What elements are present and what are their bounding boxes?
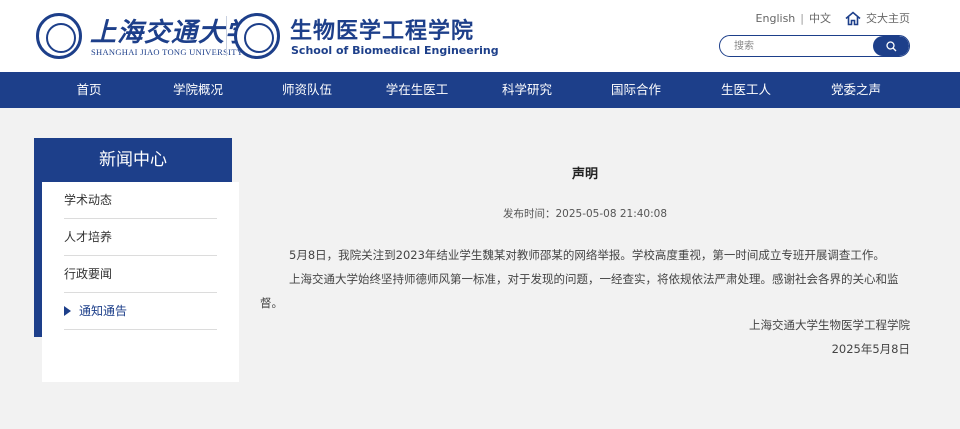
top-links: English | 中文 交大主页	[756, 10, 910, 26]
article-paragraph: 5月8日，我院关注到2023年结业学生魏某对教师邵某的网络举报。学校高度重视，第…	[289, 248, 885, 262]
sjtu-logo[interactable]	[36, 13, 82, 59]
article-title: 声明	[571, 167, 598, 182]
nav-item-international[interactable]: 国际合作	[611, 72, 661, 108]
sidebar-item-talent-training[interactable]: 人才培养	[64, 219, 217, 256]
search-box	[719, 35, 910, 57]
article-date: 发布时间：2025-05-08 21:40:08	[502, 208, 668, 220]
sidebar-item-notices[interactable]: 通知通告	[64, 293, 217, 330]
main-nav: 首页 学院概况 师资队伍 学在生医工 科学研究 国际合作 生医工人 党委之声	[0, 72, 960, 108]
sidebar-menu: 学术动态 人才培养 行政要闻 通知通告	[42, 182, 239, 382]
search-icon	[885, 40, 896, 51]
sidebar-item-academic-news[interactable]: 学术动态	[64, 182, 217, 219]
lang-chinese-link[interactable]: 中文	[809, 10, 831, 26]
sidebar-item-label: 行政要闻	[64, 267, 113, 281]
article-sign-date: 2025年5月8日	[831, 342, 910, 356]
sjtu-home-link[interactable]: 交大主页	[845, 10, 910, 26]
home-link-label: 交大主页	[866, 12, 910, 25]
logo-divider	[226, 16, 227, 56]
home-icon	[845, 10, 861, 25]
bme-logo[interactable]	[234, 13, 280, 59]
nav-item-people[interactable]: 生医工人	[721, 72, 771, 108]
sidebar-item-label: 学术动态	[64, 193, 113, 207]
nav-item-about[interactable]: 学院概况	[173, 72, 223, 108]
university-name-cn[interactable]: 上海交通大学	[90, 12, 252, 49]
nav-item-study[interactable]: 学在生医工	[386, 72, 449, 108]
university-name-en: SHANGHAI JIAO TONG UNIVERSITY	[91, 47, 244, 57]
article-signature: 上海交通大学生物医学工程学院	[749, 318, 910, 332]
school-name-cn[interactable]: 生物医学工程学院	[290, 13, 474, 45]
nav-item-faculty[interactable]: 师资队伍	[282, 72, 332, 108]
active-arrow-icon	[64, 305, 71, 316]
sidebar-title: 新闻中心	[34, 138, 232, 182]
nav-item-home[interactable]: 首页	[76, 72, 101, 108]
sidebar-item-admin-news[interactable]: 行政要闻	[64, 256, 217, 293]
sidebar-item-label: 人才培养	[64, 230, 113, 244]
nav-item-research[interactable]: 科学研究	[502, 72, 552, 108]
school-name-en: School of Biomedical Engineering	[291, 44, 499, 57]
nav-item-party[interactable]: 党委之声	[831, 72, 881, 108]
sidebar-item-label: 通知通告	[79, 304, 128, 318]
site-header: 上海交通大学 SHANGHAI JIAO TONG UNIVERSITY 生物医…	[0, 0, 960, 72]
article-body: 5月8日，我院关注到2023年结业学生魏某对教师邵某的网络举报。学校高度重视，第…	[260, 243, 910, 315]
article-paragraph: 上海交通大学始终坚持师德师风第一标准，对于发现的问题，一经查实，将依规依法严肃处…	[260, 272, 899, 310]
search-input[interactable]	[720, 36, 875, 56]
search-button[interactable]	[873, 36, 909, 56]
sidebar-accent-bar	[34, 182, 42, 337]
lang-english-link[interactable]: English	[756, 12, 796, 25]
lang-separator: |	[800, 11, 804, 25]
